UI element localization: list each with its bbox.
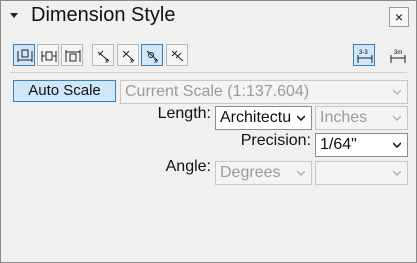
svg-text:3-3: 3-3 — [359, 50, 368, 56]
auto-scale-button[interactable]: Auto Scale — [13, 80, 116, 102]
length-format-dropdown[interactable]: Architectu — [215, 106, 312, 130]
chevron-down-icon — [393, 115, 401, 121]
angle-label: Angle: — [165, 158, 211, 175]
chevron-down-icon — [393, 170, 401, 176]
triangle-down-icon[interactable] — [10, 13, 18, 18]
precision-dropdown[interactable]: 1/64" — [315, 133, 408, 157]
dim-text-below-icon — [65, 50, 81, 62]
dim-slash-1-icon: x — [97, 50, 110, 65]
length-units-value: Inches — [320, 109, 368, 126]
dim-slash-3-button[interactable]: x — [141, 44, 163, 66]
svg-text:x: x — [154, 58, 158, 65]
angle-units-value: Degrees — [220, 164, 281, 181]
divider — [10, 72, 407, 73]
dim-text-above-icon — [17, 49, 33, 62]
scale-3-3-icon: 3-3 — [357, 50, 373, 63]
scale-3m-icon: 3m — [390, 50, 406, 63]
chevron-down-icon — [297, 170, 305, 176]
dim-slash-1-button[interactable]: x — [92, 44, 114, 66]
current-scale-value: Current Scale (1:137.604) — [125, 83, 310, 100]
dim-text-below-button[interactable] — [61, 44, 83, 66]
panel-titlebar: Dimension Style × — [1, 1, 416, 31]
svg-text:x: x — [130, 58, 134, 65]
dim-slash-2-button[interactable]: x — [117, 44, 139, 66]
current-scale-dropdown[interactable]: Current Scale (1:137.604) — [120, 80, 408, 104]
dim-slash-2-icon: x — [122, 50, 135, 65]
svg-text:3m: 3m — [394, 50, 402, 56]
angle-units-dropdown[interactable]: Degrees — [215, 161, 312, 185]
dim-text-inline-icon — [41, 51, 57, 62]
angle-precision-dropdown[interactable] — [315, 161, 408, 185]
svg-text:x: x — [105, 58, 109, 65]
chevron-down-icon — [297, 115, 305, 122]
length-label: Length: — [157, 105, 211, 122]
precision-value: 1/64" — [320, 136, 357, 153]
length-units-dropdown[interactable]: Inches — [315, 106, 408, 130]
dim-slash-4-icon — [171, 50, 184, 62]
chevron-down-icon — [393, 89, 401, 95]
length-format-value: Architectu — [220, 109, 292, 126]
dim-text-above-button[interactable] — [13, 44, 35, 66]
panel-title: Dimension Style — [31, 4, 176, 26]
close-icon: × — [394, 9, 404, 25]
chevron-down-icon — [393, 142, 401, 149]
dim-slash-3-icon: x — [146, 50, 159, 65]
scale-3m-button[interactable]: 3m — [386, 44, 408, 66]
dim-slash-4-button[interactable] — [166, 44, 188, 66]
close-button[interactable]: × — [389, 7, 409, 27]
scale-3-3-button[interactable]: 3-3 — [353, 44, 375, 66]
precision-label: Precision: — [240, 132, 311, 149]
dim-text-inline-button[interactable] — [37, 44, 59, 66]
dimension-style-panel: Dimension Style × x x x 3-3 3m Auto Scal… — [0, 0, 417, 263]
